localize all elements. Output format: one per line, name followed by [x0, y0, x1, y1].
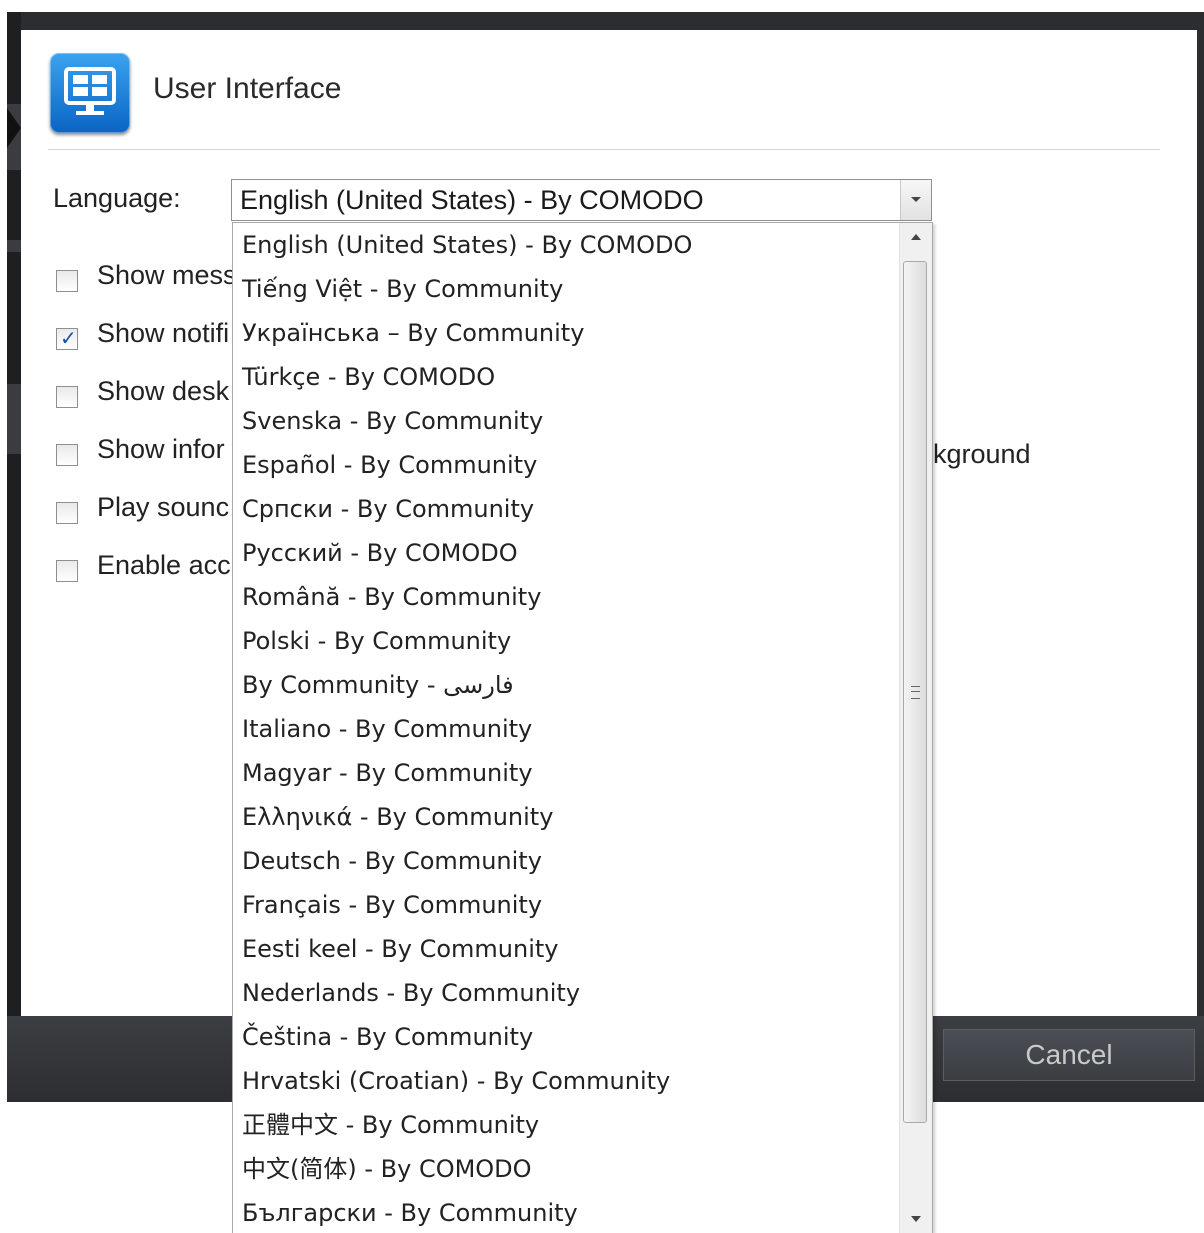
- grip-icon: [911, 686, 920, 699]
- dropdown-option[interactable]: 正體中文 - By Community: [242, 1103, 897, 1147]
- scrollbar[interactable]: [899, 223, 932, 1233]
- scrollbar-thumb[interactable]: [903, 261, 927, 1123]
- dropdown-option[interactable]: Italiano - By Community: [242, 707, 897, 751]
- dropdown-option[interactable]: Français - By Community: [242, 883, 897, 927]
- option-checkbox[interactable]: [56, 560, 78, 582]
- dropdown-option[interactable]: Ελληνικά - By Community: [242, 795, 897, 839]
- language-dropdown-list[interactable]: English (United States) - By COMODO Tiếng…: [232, 222, 933, 1233]
- left-navigation-strip: [7, 12, 21, 1102]
- selected-nav-pointer: [7, 108, 21, 148]
- dropdown-option[interactable]: Hrvatski (Croatian) - By Community: [242, 1059, 897, 1103]
- chevron-down-icon: [911, 197, 921, 202]
- option-label: Show mess: [97, 260, 237, 290]
- nav-segment[interactable]: [7, 384, 21, 454]
- partial-option-text: kground: [933, 439, 1031, 469]
- nav-segment[interactable]: [7, 240, 21, 252]
- language-label: Language:: [53, 183, 181, 213]
- dropdown-option[interactable]: Español - By Community: [242, 443, 897, 487]
- option-checkbox[interactable]: [56, 326, 78, 350]
- monitor-grid-icon: [50, 53, 130, 133]
- dropdown-arrow-button[interactable]: [900, 180, 931, 220]
- dropdown-option[interactable]: Română - By Community: [242, 575, 897, 619]
- language-select-value: English (United States) - By COMODO: [240, 185, 704, 215]
- scroll-down-button[interactable]: [900, 1204, 932, 1233]
- language-select[interactable]: English (United States) - By COMODO: [231, 179, 932, 221]
- dropdown-option[interactable]: Українська – By Community: [242, 311, 897, 355]
- dropdown-option[interactable]: Deutsch - By Community: [242, 839, 897, 883]
- dropdown-option[interactable]: Български - By Community: [242, 1191, 897, 1233]
- dropdown-option[interactable]: Српски - By Community: [242, 487, 897, 531]
- arrow-up-icon: [911, 234, 921, 240]
- page-title: User Interface: [153, 72, 342, 105]
- dropdown-option[interactable]: Čeština - By Community: [242, 1015, 897, 1059]
- option-label: Show infor: [97, 434, 225, 464]
- dropdown-option[interactable]: English (United States) - By COMODO: [242, 223, 897, 267]
- dropdown-option[interactable]: Русский - By COMODO: [242, 531, 897, 575]
- dropdown-option[interactable]: Tiếng Việt - By Community: [242, 267, 897, 311]
- divider: [48, 149, 1160, 150]
- dropdown-option[interactable]: Polski - By Community: [242, 619, 897, 663]
- dropdown-option[interactable]: Nederlands - By Community: [242, 971, 897, 1015]
- dropdown-option[interactable]: 中文(简体) - By COMODO: [242, 1147, 897, 1191]
- arrow-down-icon: [911, 1216, 921, 1222]
- option-checkbox[interactable]: [56, 386, 78, 408]
- scroll-up-button[interactable]: [900, 223, 932, 253]
- option-label: Show desk: [97, 376, 230, 406]
- option-checkbox[interactable]: [56, 502, 78, 524]
- dropdown-option[interactable]: By Community - فارسی: [242, 663, 897, 707]
- option-label: Show notifi: [97, 318, 230, 348]
- option-label: Enable acc: [97, 550, 231, 580]
- dropdown-option[interactable]: Svenska - By Community: [242, 399, 897, 443]
- option-checkbox[interactable]: [56, 444, 78, 466]
- option-label: Play sounc: [97, 492, 230, 522]
- cancel-button[interactable]: Cancel: [943, 1029, 1195, 1081]
- dropdown-option[interactable]: Magyar - By Community: [242, 751, 897, 795]
- option-checkbox[interactable]: [56, 270, 78, 292]
- dropdown-option[interactable]: Eesti keel - By Community: [242, 927, 897, 971]
- dropdown-option[interactable]: Türkçe - By COMODO: [242, 355, 897, 399]
